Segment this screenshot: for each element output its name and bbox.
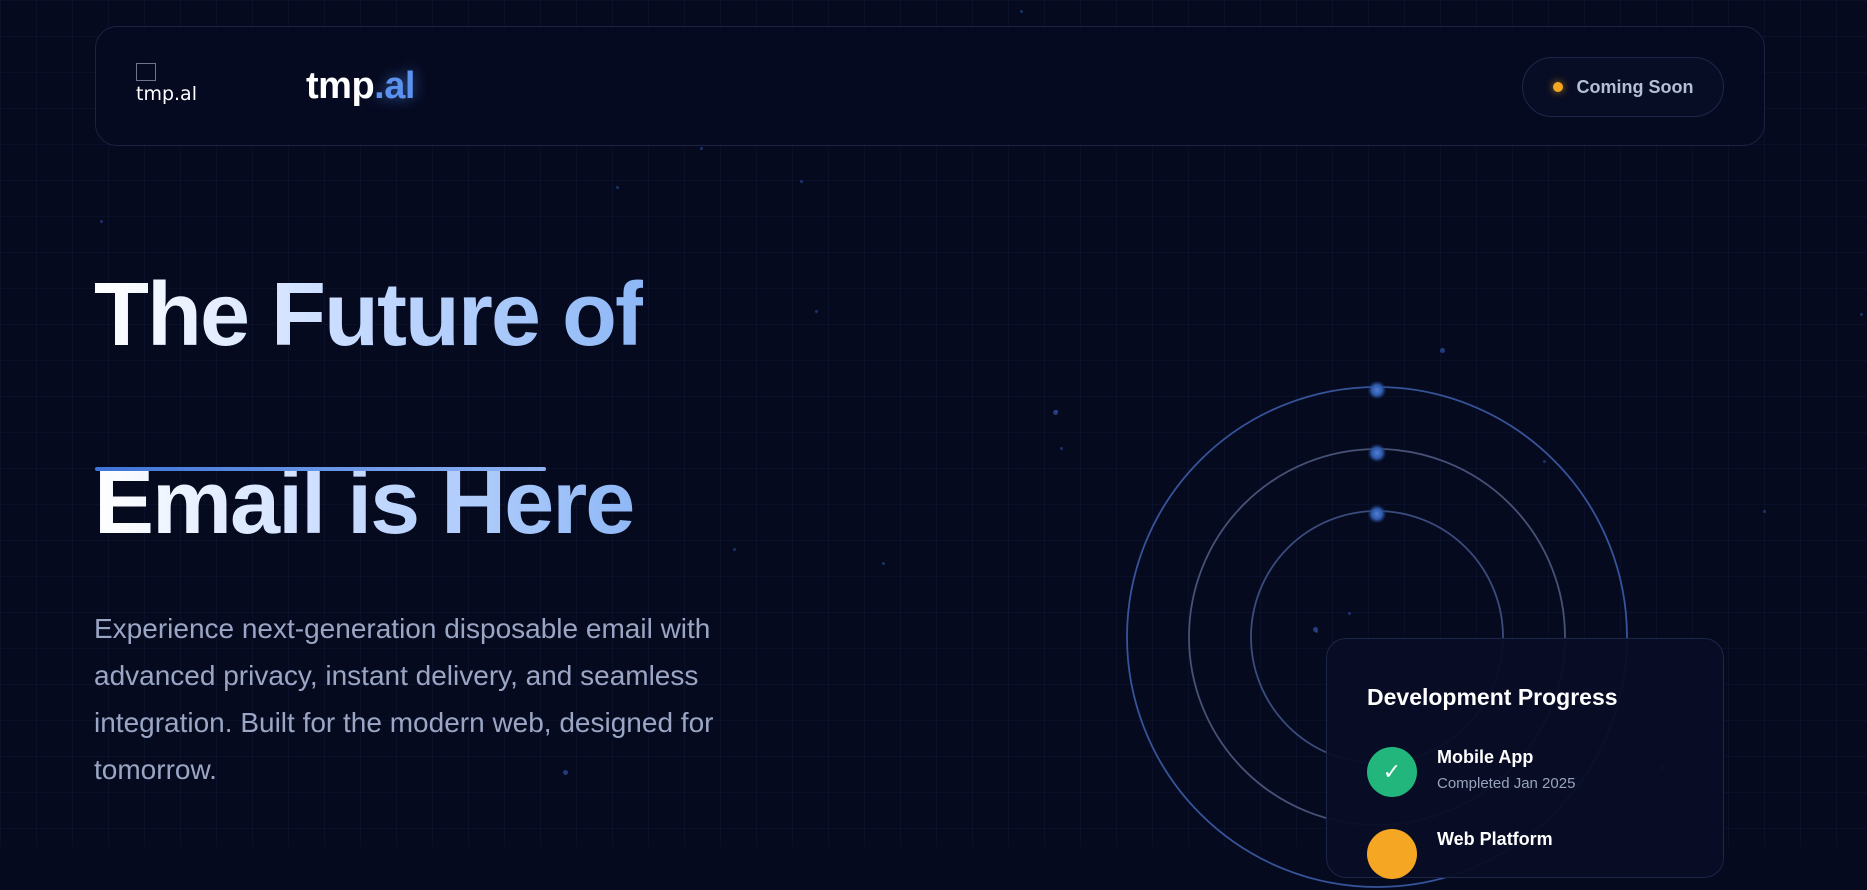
hero-description: Experience next-generation disposable em… (94, 613, 714, 785)
milestone-name: Mobile App (1437, 747, 1534, 767)
progress-card-title: Development Progress (1367, 684, 1618, 710)
milestone-status: Completed Jan 2025 (1437, 775, 1576, 792)
brand-domain: .al (374, 65, 415, 107)
orbit-node-outer (1368, 381, 1386, 399)
background-particle (882, 562, 885, 565)
coming-soon-badge: Coming Soon (1522, 57, 1724, 117)
background-particle (1020, 10, 1023, 13)
background-particle (733, 548, 736, 551)
development-progress-card: Development Progress ✓ Mobile App Comple… (1326, 638, 1724, 881)
background-particle (1053, 410, 1058, 415)
background-particle (800, 180, 803, 183)
orbit-node-middle (1368, 444, 1386, 462)
background-particle (100, 220, 103, 223)
title-accent-underline (95, 467, 546, 471)
background-particle (700, 147, 703, 150)
top-navbar: tmp.al tmp.al Coming Soon (95, 26, 1765, 146)
background-particle (1440, 348, 1445, 353)
background-particle (1763, 510, 1766, 513)
background-particle (616, 186, 619, 189)
hero-title-line-1: The Future of (94, 265, 645, 365)
logo-image[interactable]: tmp.al (136, 63, 197, 113)
brand-name: tmp (306, 65, 375, 107)
status-dot-icon (1552, 82, 1563, 92)
check-icon: ✓ (1367, 747, 1417, 797)
brand-wordmark[interactable]: tmp.al (306, 65, 415, 108)
badge-label: Coming Soon (1576, 76, 1694, 97)
logo-alt-text: tmp.al (136, 83, 197, 105)
milestone-web-platform: Web Platform (1367, 829, 1707, 881)
background-particle (815, 310, 818, 313)
in-progress-icon (1367, 829, 1417, 879)
milestone-mobile-app: ✓ Mobile App Completed Jan 2025 (1367, 747, 1707, 799)
background-particle (1860, 313, 1863, 316)
hero-title: The Future of Email is Here (94, 265, 645, 548)
orbit-node-inner (1368, 505, 1386, 523)
background-particle (1060, 447, 1063, 450)
hero-title-line-2: Email is Here (94, 458, 643, 548)
broken-image-icon (136, 63, 156, 81)
